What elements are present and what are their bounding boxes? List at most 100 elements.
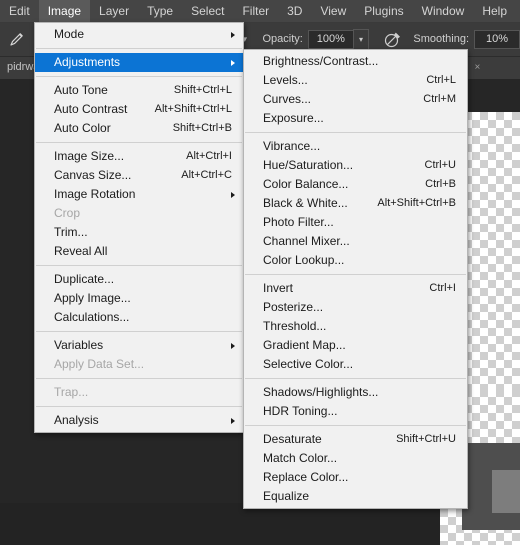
menu-item-label: Auto Color xyxy=(54,121,111,135)
menu-item-levels[interactable]: Levels... Ctrl+L xyxy=(244,71,467,90)
menu-item-image-rotation[interactable]: Image Rotation xyxy=(35,185,243,204)
menubar-item-plugins[interactable]: Plugins xyxy=(355,0,412,22)
image-menu-dropdown[interactable]: Mode Adjustments Auto Tone Shift+Ctrl+L Auto… xyxy=(34,22,244,433)
menu-item-channel-mixer[interactable]: Channel Mixer... xyxy=(244,232,467,251)
menu-item-label: Desaturate xyxy=(263,432,322,446)
menu-item-calculations[interactable]: Calculations... xyxy=(35,308,243,327)
menu-separator xyxy=(36,265,242,266)
menu-item-label: Invert xyxy=(263,281,294,295)
menu-item-label: Trap... xyxy=(54,385,89,399)
menubar-item-type[interactable]: Type xyxy=(138,0,182,22)
airbrush-icon[interactable] xyxy=(382,28,403,50)
menu-item-shadows-highlights[interactable]: Shadows/Highlights... xyxy=(244,383,467,402)
menu-item-auto-contrast[interactable]: Auto Contrast Alt+Shift+Ctrl+L xyxy=(35,100,243,119)
menu-separator xyxy=(36,48,242,49)
menu-item-shortcut: Ctrl+B xyxy=(425,178,456,190)
menu-item-label: Color Lookup... xyxy=(263,253,345,267)
submenu-arrow-icon xyxy=(231,191,235,198)
menu-item-apply-data-set: Apply Data Set... xyxy=(35,355,243,374)
close-icon[interactable]: × xyxy=(474,62,480,73)
menu-item-label: Color Balance... xyxy=(263,177,349,191)
menu-item-black-white[interactable]: Black & White... Alt+Shift+Ctrl+B xyxy=(244,194,467,213)
menu-separator xyxy=(245,132,466,133)
menu-item-label: Posterize... xyxy=(263,300,324,314)
menu-item-trap: Trap... xyxy=(35,383,243,402)
menu-item-analysis[interactable]: Analysis xyxy=(35,411,243,430)
menubar-item-filter[interactable]: Filter xyxy=(233,0,278,22)
menu-item-crop: Crop xyxy=(35,204,243,223)
opacity-chevron-down-icon[interactable]: ▾ xyxy=(352,28,370,50)
menubar-item-view[interactable]: View xyxy=(311,0,355,22)
menu-separator xyxy=(245,274,466,275)
menu-item-replace-color[interactable]: Replace Color... xyxy=(244,468,467,487)
smoothing-label: Smoothing: xyxy=(413,33,470,45)
menu-item-brightness-contrast[interactable]: Brightness/Contrast... xyxy=(244,52,467,71)
menu-item-canvas-size[interactable]: Canvas Size... Alt+Ctrl+C xyxy=(35,166,243,185)
menu-item-label: Apply Data Set... xyxy=(54,357,145,371)
menu-item-duplicate[interactable]: Duplicate... xyxy=(35,270,243,289)
menubar-item-help[interactable]: Help xyxy=(473,0,516,22)
menubar-item-select[interactable]: Select xyxy=(182,0,233,22)
menu-item-label: Levels... xyxy=(263,73,308,87)
menu-item-shortcut: Shift+Ctrl+B xyxy=(172,122,232,134)
menu-item-color-balance[interactable]: Color Balance... Ctrl+B xyxy=(244,175,467,194)
menu-item-label: Crop xyxy=(54,206,81,220)
menu-item-curves[interactable]: Curves... Ctrl+M xyxy=(244,90,467,109)
menu-item-label: HDR Toning... xyxy=(263,404,338,418)
menu-item-selective-color[interactable]: Selective Color... xyxy=(244,355,467,374)
menu-item-image-size[interactable]: Image Size... Alt+Ctrl+I xyxy=(35,147,243,166)
menu-item-gradient-map[interactable]: Gradient Map... xyxy=(244,336,467,355)
menu-item-shortcut: Alt+Ctrl+I xyxy=(186,150,232,162)
menu-separator xyxy=(36,406,242,407)
submenu-arrow-icon xyxy=(231,417,235,424)
menubar-item-3d[interactable]: 3D xyxy=(278,0,311,22)
menu-item-label: Reveal All xyxy=(54,244,108,258)
menu-item-invert[interactable]: Invert Ctrl+I xyxy=(244,279,467,298)
pencil-icon[interactable] xyxy=(3,26,30,52)
menu-item-variables[interactable]: Variables xyxy=(35,336,243,355)
menu-item-photo-filter[interactable]: Photo Filter... xyxy=(244,213,467,232)
menu-item-shortcut: Shift+Ctrl+L xyxy=(173,84,232,96)
menu-item-label: Auto Tone xyxy=(54,83,108,97)
menu-item-trim[interactable]: Trim... xyxy=(35,223,243,242)
menu-item-shortcut: Ctrl+U xyxy=(424,159,456,171)
menu-item-label: Gradient Map... xyxy=(263,338,346,352)
menu-item-reveal-all[interactable]: Reveal All xyxy=(35,242,243,261)
menu-item-exposure[interactable]: Exposure... xyxy=(244,109,467,128)
menu-item-color-lookup[interactable]: Color Lookup... xyxy=(244,251,467,270)
menu-item-vibrance[interactable]: Vibrance... xyxy=(244,137,467,156)
menu-item-label: Calculations... xyxy=(54,310,130,324)
menu-item-label: Hue/Saturation... xyxy=(263,158,354,172)
menu-item-mode[interactable]: Mode xyxy=(35,25,243,44)
opacity-input[interactable]: 100% xyxy=(307,29,354,49)
menubar-item-image[interactable]: Image xyxy=(38,0,91,22)
menu-item-apply-image[interactable]: Apply Image... xyxy=(35,289,243,308)
menu-item-shortcut: Alt+Shift+Ctrl+B xyxy=(377,197,456,209)
menu-separator xyxy=(36,142,242,143)
menubar-item-window[interactable]: Window xyxy=(413,0,474,22)
adjustments-submenu-dropdown[interactable]: Brightness/Contrast... Levels... Ctrl+L Cur… xyxy=(243,49,468,509)
menu-item-threshold[interactable]: Threshold... xyxy=(244,317,467,336)
menu-item-label: Match Color... xyxy=(263,451,338,465)
smoothing-input[interactable]: 10% xyxy=(474,29,520,49)
menu-item-label: Auto Contrast xyxy=(54,102,128,116)
menu-item-posterize[interactable]: Posterize... xyxy=(244,298,467,317)
opacity-label: Opacity: xyxy=(262,33,303,45)
artwork-shape-light xyxy=(492,470,520,513)
menubar-item-edit[interactable]: Edit xyxy=(0,0,39,22)
menu-item-hue-saturation[interactable]: Hue/Saturation... Ctrl+U xyxy=(244,156,467,175)
menu-item-auto-tone[interactable]: Auto Tone Shift+Ctrl+L xyxy=(35,81,243,100)
menu-item-desaturate[interactable]: Desaturate Shift+Ctrl+U xyxy=(244,430,467,449)
menu-item-equalize[interactable]: Equalize xyxy=(244,487,467,506)
menu-item-shortcut: Ctrl+I xyxy=(429,282,456,294)
menu-item-label: Analysis xyxy=(54,413,99,427)
menu-item-label: Threshold... xyxy=(263,319,327,333)
menu-item-match-color[interactable]: Match Color... xyxy=(244,449,467,468)
menu-item-hdr-toning[interactable]: HDR Toning... xyxy=(244,402,467,421)
menubar-item-layer[interactable]: Layer xyxy=(90,0,138,22)
menu-item-auto-color[interactable]: Auto Color Shift+Ctrl+B xyxy=(35,119,243,138)
menu-item-shortcut: Ctrl+L xyxy=(426,74,456,86)
menu-item-shortcut: Ctrl+M xyxy=(423,93,456,105)
menu-item-label: Selective Color... xyxy=(263,357,354,371)
menu-item-adjustments[interactable]: Adjustments xyxy=(35,53,243,72)
